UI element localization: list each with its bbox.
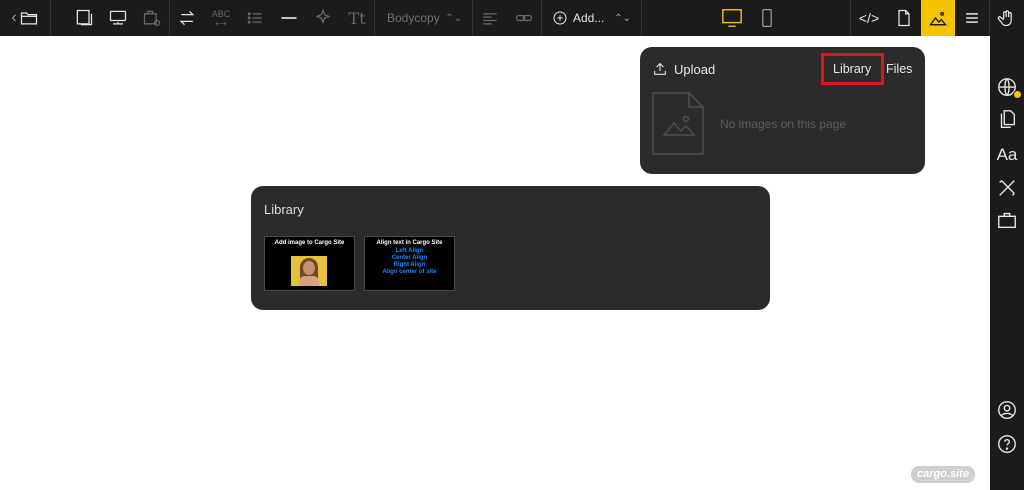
shopping-bag-icon bbox=[998, 212, 1016, 229]
pages-icon bbox=[1000, 110, 1016, 128]
nav-group: ‹ bbox=[0, 0, 51, 36]
empty-state-text: No images on this page bbox=[720, 117, 847, 131]
add-chevron-icon: ⌃⌄ bbox=[614, 12, 631, 24]
images-button[interactable] bbox=[921, 0, 955, 36]
thumbnail-line: Align center of site bbox=[382, 269, 437, 275]
hand-icon bbox=[997, 10, 1012, 27]
align-left-icon bbox=[483, 13, 497, 25]
portrait-image bbox=[291, 256, 327, 286]
thumbnail-lines: Left Align Center Align Right Align Alig… bbox=[365, 248, 454, 276]
device-preview-group bbox=[642, 0, 851, 36]
bullet-list-icon bbox=[247, 12, 262, 24]
align-group bbox=[473, 0, 542, 36]
desktop-icon bbox=[722, 9, 742, 27]
notification-dot bbox=[1013, 90, 1022, 99]
swap-button[interactable] bbox=[170, 0, 204, 36]
back-chevron-icon: ‹ bbox=[11, 9, 17, 26]
back-folder-button[interactable]: ‹ bbox=[0, 0, 50, 36]
right-sidebar: Aa bbox=[990, 36, 1024, 490]
spellcheck-label: ABC bbox=[211, 8, 231, 19]
image-placeholder-icon bbox=[652, 92, 704, 155]
menu-button[interactable] bbox=[955, 0, 989, 36]
horizontal-rule-button[interactable] bbox=[272, 0, 306, 36]
page-layout-button[interactable] bbox=[67, 0, 101, 36]
pencil-ruler-icon bbox=[999, 180, 1015, 196]
design-button[interactable] bbox=[995, 176, 1019, 200]
link-button[interactable] bbox=[507, 0, 541, 36]
plus-circle-icon bbox=[553, 11, 567, 25]
pages-button[interactable] bbox=[995, 107, 1019, 131]
link-icon bbox=[515, 14, 533, 22]
code-view-button[interactable]: </> bbox=[851, 0, 887, 36]
thumbnail-line: Left Align bbox=[395, 248, 424, 254]
gallery-add-icon bbox=[143, 10, 161, 27]
library-panel: Library Add image to Cargo Site Align te… bbox=[251, 186, 770, 310]
folder-icon bbox=[20, 12, 37, 25]
add-gallery-button[interactable] bbox=[135, 0, 169, 36]
spellcheck-button[interactable]: ABC ⟷ bbox=[204, 0, 238, 36]
account-button[interactable] bbox=[995, 398, 1019, 422]
select-chevron-icon: ⌃⌄ bbox=[445, 12, 462, 24]
thumbnail-line: Right Align bbox=[393, 262, 426, 268]
thumbnail-title: Add image to Cargo Site bbox=[274, 240, 345, 246]
thumbnail-title: Align text in Cargo Site bbox=[376, 240, 443, 246]
layout-group bbox=[67, 0, 170, 36]
sparkle-button[interactable] bbox=[306, 0, 340, 36]
page-icon bbox=[898, 9, 910, 27]
library-thumbnail[interactable]: Add image to Cargo Site bbox=[264, 236, 355, 291]
typography-button[interactable]: Aa bbox=[995, 143, 1019, 167]
text-style-icon: Tt bbox=[348, 8, 366, 28]
library-thumbnail[interactable]: Align text in Cargo Site Left Align Cent… bbox=[364, 236, 455, 291]
typography-icon: Aa bbox=[996, 145, 1018, 164]
text-style-button[interactable]: Tt bbox=[340, 0, 374, 36]
help-circle-icon bbox=[998, 435, 1016, 453]
paragraph-style-select[interactable]: Bodycopy ⌃⌄ bbox=[375, 0, 473, 36]
mobile-icon bbox=[762, 9, 772, 27]
image-mountain-icon bbox=[929, 11, 947, 26]
mobile-view-button[interactable] bbox=[757, 0, 777, 36]
swap-arrows-icon bbox=[179, 10, 195, 26]
align-button[interactable] bbox=[473, 0, 507, 36]
upload-label: Upload bbox=[674, 61, 716, 77]
right-tools-group: </> bbox=[851, 0, 990, 36]
upload-icon bbox=[654, 62, 666, 75]
help-button[interactable] bbox=[995, 432, 1019, 456]
horizontal-rule-icon bbox=[281, 17, 297, 19]
page-button[interactable] bbox=[887, 0, 921, 36]
library-tab-highlight bbox=[821, 53, 884, 85]
hand-tool-button[interactable] bbox=[990, 0, 1024, 36]
page-layout-icon bbox=[76, 9, 93, 26]
images-panel: Upload Library Files No images on this p… bbox=[640, 47, 925, 174]
library-title: Library bbox=[264, 202, 304, 217]
hamburger-menu-icon bbox=[966, 13, 978, 23]
cargo-site-badge[interactable]: cargo.site bbox=[911, 466, 975, 483]
spellcheck-arrows-icon: ⟷ bbox=[215, 18, 227, 28]
sparkle-icon bbox=[315, 8, 331, 24]
desktop-view-button[interactable] bbox=[715, 0, 749, 36]
user-circle-icon bbox=[998, 401, 1016, 419]
add-label: Add... bbox=[573, 11, 605, 25]
slideshow-button[interactable] bbox=[101, 0, 135, 36]
slideshow-icon bbox=[109, 10, 127, 25]
top-toolbar: ‹ ABC ⟷ Tt Bodycopy ⌃⌄ Add... ⌃⌄ </> bbox=[0, 0, 1024, 36]
site-settings-button[interactable] bbox=[995, 75, 1022, 99]
code-icon: </> bbox=[858, 10, 880, 26]
add-content-button[interactable]: Add... ⌃⌄ bbox=[542, 0, 642, 36]
thumbnail-line: Center Align bbox=[391, 255, 428, 261]
list-button[interactable] bbox=[238, 0, 272, 36]
paragraph-style-value: Bodycopy bbox=[387, 11, 440, 25]
tab-files[interactable]: Files bbox=[886, 62, 912, 76]
upload-button[interactable]: Upload bbox=[652, 61, 715, 77]
shop-button[interactable] bbox=[995, 208, 1019, 232]
text-tools-group: ABC ⟷ Tt bbox=[170, 0, 375, 36]
